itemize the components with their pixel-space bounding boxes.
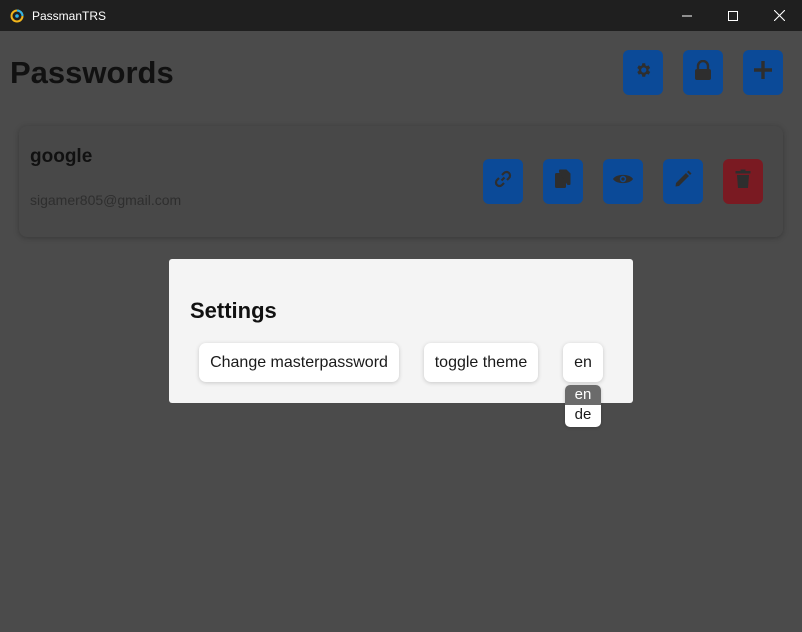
delete-entry-button[interactable] bbox=[723, 159, 763, 204]
gear-icon bbox=[634, 61, 652, 84]
copy-icon bbox=[554, 169, 572, 194]
title-bar: PassmanTRS bbox=[0, 0, 802, 31]
copy-password-button[interactable] bbox=[543, 159, 583, 204]
page-title: Passwords bbox=[10, 55, 174, 90]
settings-button[interactable] bbox=[623, 50, 663, 95]
app-logo-icon bbox=[9, 8, 25, 24]
language-option-en[interactable]: en bbox=[565, 385, 601, 405]
lock-button[interactable] bbox=[683, 50, 723, 95]
close-button[interactable] bbox=[756, 0, 802, 31]
lock-icon bbox=[694, 59, 712, 85]
entry-title: google bbox=[30, 146, 93, 167]
password-entry-card: google sigamer805@gmail.com bbox=[19, 126, 783, 237]
minimize-icon bbox=[682, 11, 692, 21]
close-icon bbox=[773, 10, 785, 21]
toggle-theme-button[interactable]: toggle theme bbox=[424, 343, 538, 382]
edit-entry-button[interactable] bbox=[663, 159, 703, 204]
maximize-icon bbox=[728, 10, 738, 21]
link-icon bbox=[493, 169, 513, 194]
maximize-button[interactable] bbox=[710, 0, 756, 31]
settings-modal: Settings Change masterpassword toggle th… bbox=[169, 259, 633, 403]
change-masterpassword-button[interactable]: Change masterpassword bbox=[199, 343, 399, 382]
language-select[interactable]: en bbox=[563, 343, 603, 382]
minimize-button[interactable] bbox=[664, 0, 710, 31]
trash-icon bbox=[735, 169, 751, 194]
window-title: PassmanTRS bbox=[32, 9, 107, 23]
language-option-de[interactable]: de bbox=[565, 405, 601, 425]
entry-username: sigamer805@gmail.com bbox=[30, 192, 182, 208]
show-password-button[interactable] bbox=[603, 159, 643, 204]
language-dropdown-list: en de bbox=[565, 385, 601, 427]
open-link-button[interactable] bbox=[483, 159, 523, 204]
plus-icon bbox=[753, 60, 773, 85]
add-password-button[interactable] bbox=[743, 50, 783, 95]
pencil-icon bbox=[674, 170, 692, 193]
eye-icon bbox=[612, 172, 634, 191]
modal-title: Settings bbox=[190, 298, 277, 323]
app-main: Passwords google sigamer805@gmail.com Se… bbox=[0, 31, 802, 632]
